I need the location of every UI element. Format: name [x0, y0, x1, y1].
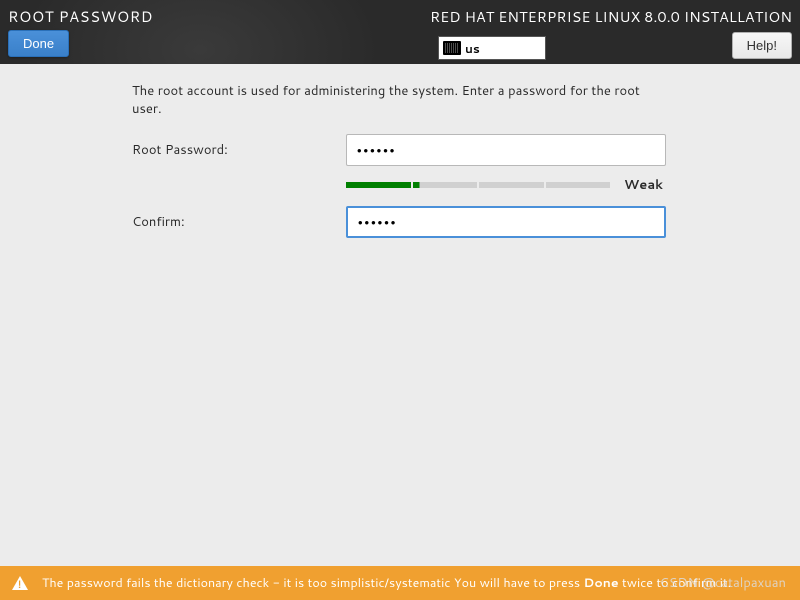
help-button[interactable]: Help! [732, 32, 792, 59]
instruction-text: The root account is used for administeri… [132, 82, 668, 118]
warning-icon [12, 576, 28, 590]
confirm-row: Confirm: [132, 206, 668, 238]
strength-segment [346, 182, 411, 188]
header-bar: ROOT PASSWORD RED HAT ENTERPRISE LINUX 8… [0, 0, 800, 64]
content-area: The root account is used for administeri… [0, 64, 800, 268]
done-button[interactable]: Done [8, 30, 69, 57]
password-strength-row: Weak [346, 176, 668, 194]
installer-title: RED HAT ENTERPRISE LINUX 8.0.0 INSTALLAT… [430, 6, 792, 27]
keyboard-layout-indicator[interactable]: us [438, 36, 546, 60]
strength-segment [479, 182, 544, 188]
warning-message: The password fails the dictionary check … [42, 574, 731, 592]
password-strength-label: Weak [624, 176, 663, 194]
keyboard-layout-label: us [465, 40, 480, 57]
strength-segment [546, 182, 611, 188]
strength-segment [413, 182, 478, 188]
confirm-label: Confirm: [132, 213, 346, 231]
root-password-input[interactable] [346, 134, 666, 166]
confirm-password-input[interactable] [346, 206, 666, 238]
password-strength-meter [346, 182, 610, 188]
page-title: ROOT PASSWORD [8, 6, 153, 27]
password-label: Root Password: [132, 141, 346, 159]
warning-bar: The password fails the dictionary check … [0, 566, 800, 600]
keyboard-icon [443, 41, 461, 55]
password-row: Root Password: [132, 134, 668, 166]
